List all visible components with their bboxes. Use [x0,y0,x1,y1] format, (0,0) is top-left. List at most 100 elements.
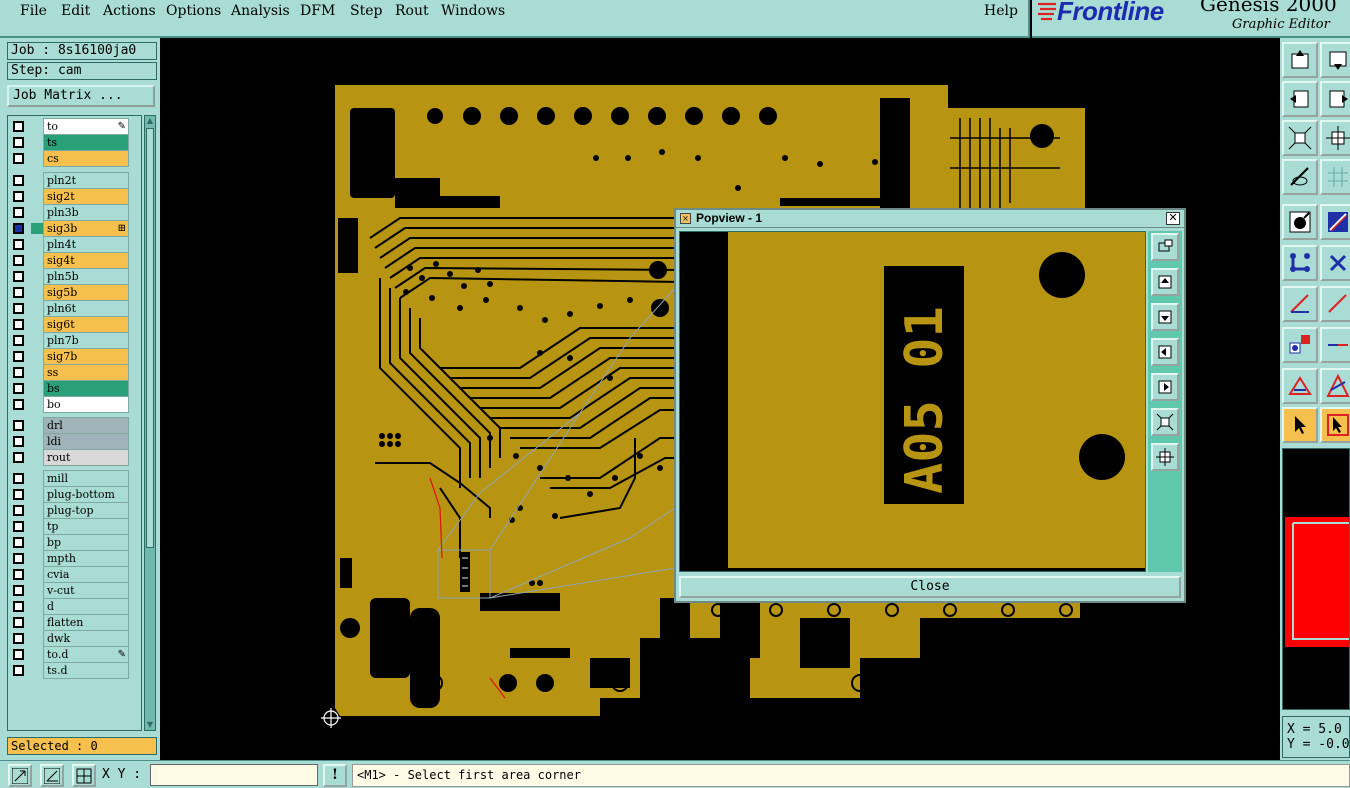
popview-zoom-window-button[interactable] [1151,233,1179,261]
layer-name[interactable]: cs [43,150,129,167]
menu-windows[interactable]: Windows [441,3,505,19]
tool-connect-button[interactable] [1282,245,1318,281]
layer-name[interactable]: pln4t [43,236,129,253]
layer-name[interactable]: sig6t [43,316,129,333]
layer-row-to.d[interactable]: to.d ✎ [8,646,141,663]
tool-pad-button[interactable] [1282,327,1318,363]
layer-name[interactable]: ts.d [43,662,129,679]
tool-zoom-out-button[interactable] [1320,42,1350,78]
tool-snap-button[interactable] [1282,204,1318,240]
layer-checkbox[interactable] [13,153,24,164]
layer-checkbox[interactable] [13,271,24,282]
layer-name[interactable]: mpth [43,550,129,567]
tool-zoom-in-button[interactable] [1282,42,1318,78]
menu-file[interactable]: File [20,3,47,19]
layer-checkbox[interactable] [13,617,24,628]
layer-checkbox[interactable] [13,649,24,660]
popview-viewport[interactable]: A05 01 [679,231,1146,572]
layer-row-ss[interactable]: ss [8,364,141,381]
layer-checkbox[interactable] [13,569,24,580]
popview-pan-up-button[interactable] [1151,268,1179,296]
layer-checkbox[interactable] [13,367,24,378]
layer-name[interactable]: pln6t [43,300,129,317]
layer-row-mill[interactable]: mill [8,470,141,487]
layer-row-sig3b[interactable]: sig3b ⊞ [8,220,141,237]
layer-checkbox[interactable] [13,303,24,314]
tool-measure-button[interactable] [1282,159,1318,195]
popview-pan-left-button[interactable] [1151,338,1179,366]
layer-checkbox[interactable] [13,351,24,362]
layer-name[interactable]: pln2t [43,172,129,189]
layer-checkbox[interactable] [13,121,24,132]
layer-scrollbar[interactable]: ▲ ▼ [144,115,156,731]
layer-row-sig5b[interactable]: sig5b [8,284,141,301]
layer-name[interactable]: rout [43,449,129,466]
layer-name[interactable]: drl [43,417,129,434]
layer-row-cvia[interactable]: cvia [8,566,141,583]
layer-row-rout[interactable]: rout [8,449,141,466]
layer-checkbox[interactable] [13,601,24,612]
layer-name[interactable]: to ✎ [43,118,129,135]
tool-zoom-home-button[interactable] [1320,120,1350,156]
layer-row-sig2t[interactable]: sig2t [8,188,141,205]
layer-checkbox[interactable] [13,207,24,218]
popview-titlebar[interactable]: × Popview - 1 ✕ [676,210,1184,228]
layer-row-drl[interactable]: drl [8,417,141,434]
tool-line2-button[interactable] [1320,286,1350,322]
layer-row-flatten[interactable]: flatten [8,614,141,631]
tool-edit-button[interactable] [1320,204,1350,240]
layer-name[interactable]: plug-top [43,502,129,519]
layer-name[interactable]: pln3b [43,204,129,221]
layer-checkbox[interactable] [13,287,24,298]
layer-checkbox[interactable] [13,553,24,564]
layer-name[interactable]: sig2t [43,188,129,205]
layer-row-pln3b[interactable]: pln3b [8,204,141,221]
layer-name[interactable]: pln7b [43,332,129,349]
menu-options[interactable]: Options [166,3,221,19]
popview-zoom-home-button[interactable] [1151,443,1179,471]
layer-row-v-cut[interactable]: v-cut [8,582,141,599]
layer-row-bp[interactable]: bp [8,534,141,551]
layer-row-cs[interactable]: cs [8,150,141,167]
layer-name[interactable]: sig4t [43,252,129,269]
layer-checkbox[interactable] [13,191,24,202]
layer-name[interactable]: bp [43,534,129,551]
layer-checkbox[interactable] [13,175,24,186]
layer-checkbox[interactable] [13,537,24,548]
menu-step[interactable]: Step [350,3,382,19]
layer-name[interactable]: bs [43,380,129,397]
layer-row-dwk[interactable]: dwk [8,630,141,647]
layer-name[interactable]: to.d ✎ [43,646,129,663]
layer-checkbox[interactable] [13,383,24,394]
menu-dfm[interactable]: DFM [300,3,335,19]
layer-checkbox[interactable] [13,319,24,330]
layer-checkbox[interactable] [13,473,24,484]
job-matrix-button[interactable]: Job Matrix ... [7,85,155,107]
popview-fit-button[interactable] [1151,408,1179,436]
layer-name[interactable]: v-cut [43,582,129,599]
tool-pan-right-button[interactable] [1320,81,1350,117]
popview-pan-down-button[interactable] [1151,303,1179,331]
layer-checkbox[interactable] [13,633,24,644]
layer-row-sig6t[interactable]: sig6t [8,316,141,333]
layer-checkbox[interactable] [13,505,24,516]
layer-checkbox[interactable] [13,521,24,532]
layer-row-d[interactable]: d [8,598,141,615]
close-icon[interactable]: ✕ [1166,212,1180,225]
snap-toggle-button[interactable] [8,764,32,787]
scroll-thumb[interactable] [146,128,154,548]
layer-name[interactable]: flatten [43,614,129,631]
layer-checkbox[interactable] [13,239,24,250]
scroll-down-icon[interactable]: ▼ [145,720,155,730]
layer-checkbox[interactable] [13,665,24,676]
menu-actions[interactable]: Actions [103,3,156,19]
tool-polygon-button[interactable] [1320,368,1350,404]
layer-row-mpth[interactable]: mpth [8,550,141,567]
layer-checkbox[interactable] [13,489,24,500]
layer-checkbox[interactable] [13,399,24,410]
tool-triangle-button[interactable] [1282,368,1318,404]
layer-row-bo[interactable]: bo [8,396,141,413]
layer-name[interactable]: mill [43,470,129,487]
layer-name[interactable]: bo [43,396,129,413]
menu-edit[interactable]: Edit [61,3,90,19]
